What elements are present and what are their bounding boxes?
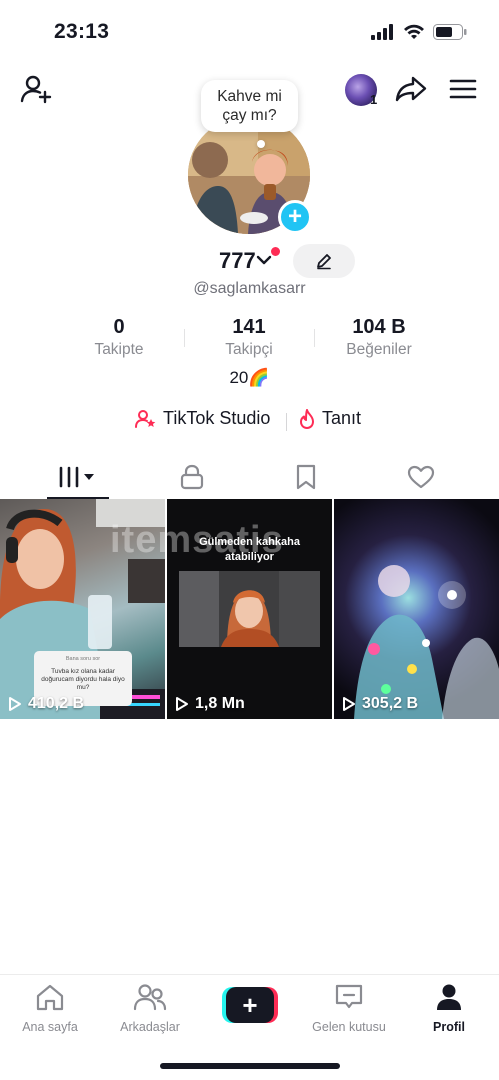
view-count: 410,2 B	[8, 695, 84, 713]
stat-followers-label: Takipçi	[225, 341, 273, 358]
stat-likes[interactable]: 104 B Beğeniler	[314, 316, 444, 362]
promote-label: Tanıt	[322, 408, 362, 428]
nav-friends-label: Arkadaşlar	[120, 1020, 180, 1034]
play-icon	[176, 697, 188, 711]
stat-divider	[184, 329, 185, 347]
stat-divider	[314, 329, 315, 347]
nav-profile[interactable]: Profil	[399, 983, 499, 1034]
tab-private[interactable]	[142, 454, 242, 500]
tab-videos[interactable]	[28, 454, 128, 500]
notification-dot	[271, 247, 280, 256]
menu-button[interactable]	[445, 74, 481, 104]
stat-likes-label: Beğeniler	[346, 341, 412, 358]
video-thumbnail[interactable]: 305,2 B	[334, 499, 499, 719]
profile-note-bubble[interactable]: Kahve mi çay mı?	[201, 80, 298, 132]
note-bubble-tail	[257, 140, 265, 148]
profile-avatar[interactable]: +	[188, 116, 312, 234]
video-caption: Gülmeden kahkaha atabiliyor	[199, 536, 300, 563]
status-icons	[371, 24, 467, 40]
play-icon	[9, 697, 21, 711]
nav-inbox[interactable]: Gelen kutusu	[299, 983, 399, 1034]
status-time: 23:13	[54, 20, 110, 43]
tiktok-studio-link[interactable]: TikTok Studio	[135, 408, 270, 429]
pencil-icon	[317, 254, 331, 270]
nav-inbox-label: Gelen kutusu	[312, 1020, 386, 1034]
bookmark-icon	[296, 464, 316, 490]
tab-saved[interactable]	[256, 454, 356, 500]
stat-likes-value: 104 B	[352, 316, 406, 338]
studio-person-star-icon	[135, 409, 156, 428]
nav-friends[interactable]: Arkadaşlar	[100, 983, 200, 1034]
profile-links: TikTok Studio Tanıt	[0, 408, 499, 436]
status-bar: 23:13	[0, 0, 499, 64]
view-count: 305,2 B	[342, 695, 418, 713]
play-icon	[343, 697, 355, 711]
nav-home-label: Ana sayfa	[22, 1020, 78, 1034]
nav-home[interactable]: Ana sayfa	[0, 983, 100, 1034]
profile-note-text: Kahve mi çay mı?	[217, 88, 282, 124]
add-story-plus-icon[interactable]: +	[278, 200, 312, 234]
video-grid: Bana soru sor Tuvba kız olana kadar doğu…	[0, 499, 499, 719]
add-person-icon	[20, 75, 52, 104]
stat-following-value: 0	[113, 316, 125, 338]
battery-icon	[433, 24, 467, 40]
links-divider	[286, 413, 287, 431]
cellular-signal-icon	[371, 24, 393, 40]
profile-bio: 20🌈	[229, 368, 270, 387]
chevron-down-icon[interactable]	[256, 254, 272, 266]
username: @saglamkasarr	[193, 280, 306, 297]
video-thumbnail-image	[179, 571, 320, 647]
story-avatar-button[interactable]: 1	[343, 72, 379, 108]
edit-profile-button[interactable]	[293, 244, 355, 278]
content-tabs	[0, 454, 499, 500]
display-name[interactable]: 777	[219, 248, 256, 274]
heart-icon	[407, 465, 435, 489]
tab-liked[interactable]	[371, 454, 471, 500]
video-frame-image	[179, 571, 320, 647]
inbox-icon	[335, 984, 363, 1009]
view-count-value: 305,2 B	[362, 695, 419, 712]
stat-following[interactable]: 0 Takipte	[54, 316, 184, 362]
home-indicator	[160, 1063, 340, 1069]
video-thumbnail[interactable]: Gülmeden kahkaha atabiliyor 1,8 Mn	[167, 499, 332, 719]
question-sticker-text: Tuvba kız olana kadar doğurucam diyordu …	[41, 668, 125, 691]
share-arrow-icon	[395, 76, 427, 102]
stat-followers[interactable]: 141 Takipçi	[184, 316, 314, 362]
view-count: 1,8 Mn	[175, 695, 245, 713]
create-plus-icon: +	[226, 987, 274, 1023]
friends-icon	[133, 984, 167, 1011]
bottom-nav: Ana sayfa Arkadaşlar + Gelen kutusu Prof…	[0, 974, 499, 1044]
flame-icon	[300, 408, 314, 429]
stat-followers-value: 141	[232, 316, 266, 338]
lock-icon	[180, 464, 204, 490]
nav-profile-label: Profil	[433, 1020, 465, 1034]
videos-grid-icon	[59, 466, 94, 488]
question-sticker-header: Bana soru sor	[65, 656, 101, 662]
hamburger-menu-icon	[449, 79, 477, 99]
name-row: 777	[0, 244, 499, 280]
home-icon	[36, 984, 64, 1011]
wifi-icon	[404, 24, 424, 39]
promote-link[interactable]: Tanıt	[298, 408, 361, 429]
add-friend-button[interactable]	[18, 72, 54, 106]
view-count-value: 1,8 Mn	[195, 695, 245, 712]
share-button[interactable]	[393, 72, 429, 106]
video-thumbnail[interactable]: Bana soru sor Tuvba kız olana kadar doğu…	[0, 499, 165, 719]
tiktok-studio-label: TikTok Studio	[163, 408, 271, 428]
story-count-badge: 1	[370, 92, 378, 107]
video-thumbnail-image	[354, 565, 499, 719]
stat-following-label: Takipte	[94, 341, 144, 358]
view-count-value: 410,2 B	[28, 695, 85, 712]
profile-icon	[437, 984, 461, 1010]
profile-stats: 0 Takipte 141 Takipçi 104 B Beğeniler	[54, 316, 444, 362]
create-button[interactable]: +	[222, 987, 278, 1023]
